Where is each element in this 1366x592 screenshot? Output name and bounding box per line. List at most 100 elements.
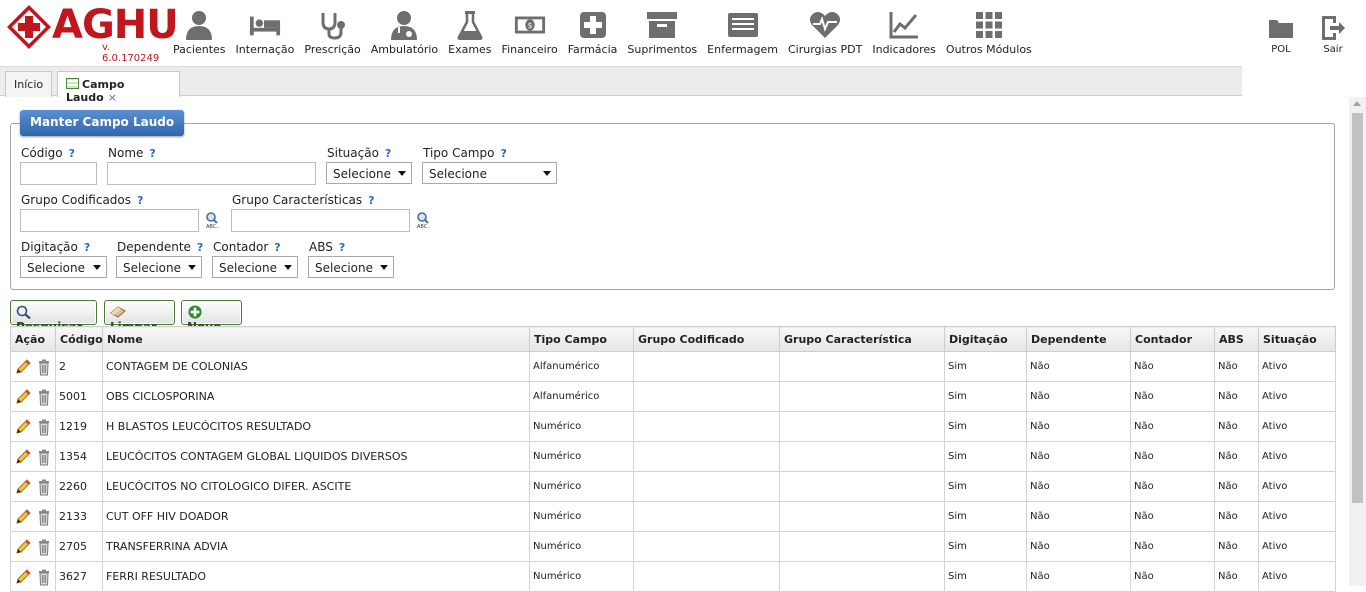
tipo-campo-select[interactable]: Selecione: [422, 162, 557, 184]
module-cirurgias-pdt[interactable]: Cirurgias PDT: [783, 8, 867, 62]
edit-pencil-icon[interactable]: [14, 418, 32, 436]
abs-select[interactable]: Selecione: [308, 256, 394, 278]
heartbeat-icon: [809, 8, 841, 42]
novo-button[interactable]: Novo: [181, 300, 242, 334]
table-row[interactable]: 2705 TRANSFERRINA ADVIA Numérico Sim Não Não N…: [10, 531, 1336, 562]
help-icon[interactable]: ?: [274, 241, 280, 254]
edit-pencil-icon[interactable]: [14, 358, 32, 376]
digitacao-select[interactable]: Selecione: [20, 256, 107, 278]
edit-pencil-icon[interactable]: [14, 448, 32, 466]
module-label: Exames: [448, 43, 492, 56]
module-sair[interactable]: Sair: [1314, 14, 1352, 68]
edit-pencil-icon[interactable]: [14, 508, 32, 526]
situacao-select[interactable]: Selecione: [326, 162, 412, 184]
grupo-caracteristicas-input[interactable]: [231, 209, 410, 232]
help-icon[interactable]: ?: [385, 147, 391, 160]
table-row[interactable]: 2133 CUT OFF HIV DOADOR Numérico Sim Não Não N…: [10, 501, 1336, 532]
codigo-cell: 2133: [55, 501, 103, 532]
module-pacientes[interactable]: Pacientes: [168, 8, 231, 62]
table-row[interactable]: 2 CONTAGEM DE COLONIAS Alfanumérico Sim Não N…: [10, 351, 1336, 382]
dependente-cell: Não: [1026, 561, 1131, 592]
module-financeiro[interactable]: $ Financeiro: [497, 8, 563, 62]
table-row[interactable]: 1354 LEUCÓCITOS CONTAGEM GLOBAL LIQUIDOS …: [10, 441, 1336, 472]
trash-icon[interactable]: [35, 568, 53, 586]
column-header[interactable]: Digitação: [944, 326, 1027, 352]
situacao-cell: Ativo: [1258, 531, 1336, 562]
trash-icon[interactable]: [35, 508, 53, 526]
abs-cell: Não: [1214, 561, 1259, 592]
help-icon[interactable]: ?: [84, 241, 90, 254]
trash-icon[interactable]: [35, 538, 53, 556]
tab-campo-laudo[interactable]: Campo Laudo ×: [57, 71, 180, 104]
module-outros-modulos[interactable]: Outros Módulos: [941, 8, 1037, 62]
right-menu: POL Sair: [1262, 14, 1352, 68]
vertical-scrollbar[interactable]: [1349, 97, 1366, 586]
help-icon[interactable]: ?: [339, 241, 345, 254]
edit-pencil-icon[interactable]: [14, 538, 32, 556]
module-internacao[interactable]: Internação: [231, 8, 300, 62]
acao-cell: [10, 471, 56, 502]
search-lookup-icon[interactable]: ABC..: [416, 211, 434, 229]
trash-icon[interactable]: [35, 388, 53, 406]
chevron-down-icon: [284, 265, 292, 270]
column-header[interactable]: Contador: [1130, 326, 1215, 352]
module-prescricao[interactable]: Prescrição: [299, 8, 365, 62]
tab-strip: Início Campo Laudo ×: [0, 66, 1242, 104]
module-enfermagem[interactable]: Enfermagem: [702, 8, 783, 62]
module-pol[interactable]: POL: [1262, 14, 1300, 68]
pesquisar-button[interactable]: Pesquisar: [10, 300, 97, 334]
column-header[interactable]: Tipo Campo: [529, 326, 634, 352]
grupo-codificados-input[interactable]: [20, 209, 199, 232]
trash-icon[interactable]: [35, 478, 53, 496]
digitacao-cell: Sim: [944, 381, 1027, 412]
help-icon[interactable]: ?: [368, 194, 374, 207]
table-row[interactable]: 5001 OBS CICLOSPORINA Alfanumérico Sim Não Nã…: [10, 381, 1336, 412]
close-icon[interactable]: ×: [108, 91, 117, 104]
trash-icon[interactable]: [35, 358, 53, 376]
table-body: 2 CONTAGEM DE COLONIAS Alfanumérico Sim Não N…: [10, 351, 1336, 592]
top-bar: AGHU v. 6.0.170249 Pacientes Internação …: [0, 0, 1366, 66]
module-exames[interactable]: Exames: [443, 8, 496, 62]
column-header[interactable]: Ação: [10, 326, 56, 352]
module-indicadores[interactable]: Indicadores: [867, 8, 941, 62]
column-header[interactable]: Código: [55, 326, 103, 352]
column-header[interactable]: ABS: [1214, 326, 1259, 352]
nome-cell: FERRI RESULTADO: [102, 561, 530, 592]
edit-pencil-icon[interactable]: [14, 478, 32, 496]
module-ambulatorio[interactable]: Ambulatório: [366, 8, 443, 62]
edit-pencil-icon[interactable]: [14, 388, 32, 406]
table-row[interactable]: 3627 FERRI RESULTADO Numérico Sim Não Não Não A…: [10, 561, 1336, 592]
help-icon[interactable]: ?: [149, 147, 155, 160]
dependente-select[interactable]: Selecione: [116, 256, 202, 278]
table-row[interactable]: 2260 LEUCÓCITOS NO CITOLOGICO DIFER. ASCI…: [10, 471, 1336, 502]
column-header[interactable]: Grupo Codificado: [633, 326, 780, 352]
module-farmacia[interactable]: Farmácia: [563, 8, 623, 62]
limpar-button[interactable]: Limpar: [104, 300, 175, 334]
trash-icon[interactable]: [35, 418, 53, 436]
nome-input[interactable]: [107, 162, 316, 185]
scroll-thumb[interactable]: [1352, 113, 1363, 503]
search-lookup-icon[interactable]: ABC..: [205, 211, 223, 229]
scroll-up-icon[interactable]: [1353, 101, 1361, 106]
acao-cell: [10, 351, 56, 382]
contador-cell: Não: [1130, 501, 1215, 532]
aghu-logo[interactable]: AGHU v. 6.0.170249: [6, 2, 179, 64]
column-header[interactable]: Grupo Característica: [779, 326, 945, 352]
column-header[interactable]: Nome: [102, 326, 530, 352]
tab-inicio[interactable]: Início: [5, 71, 52, 97]
codigo-input[interactable]: [20, 162, 97, 185]
abs-cell: Não: [1214, 381, 1259, 412]
digitacao-cell: Sim: [944, 471, 1027, 502]
help-icon[interactable]: ?: [197, 241, 203, 254]
contador-select[interactable]: Selecione: [212, 256, 298, 278]
grupo-caracteristica-cell: [779, 561, 945, 592]
table-row[interactable]: 1219 H BLASTOS LEUCÓCITOS RESULTADO Numéri…: [10, 411, 1336, 442]
help-icon[interactable]: ?: [69, 147, 75, 160]
edit-pencil-icon[interactable]: [14, 568, 32, 586]
trash-icon[interactable]: [35, 448, 53, 466]
column-header[interactable]: Dependente: [1026, 326, 1131, 352]
module-suprimentos[interactable]: Suprimentos: [622, 8, 702, 62]
column-header[interactable]: Situação: [1258, 326, 1336, 352]
help-icon[interactable]: ?: [500, 147, 506, 160]
help-icon[interactable]: ?: [137, 194, 143, 207]
